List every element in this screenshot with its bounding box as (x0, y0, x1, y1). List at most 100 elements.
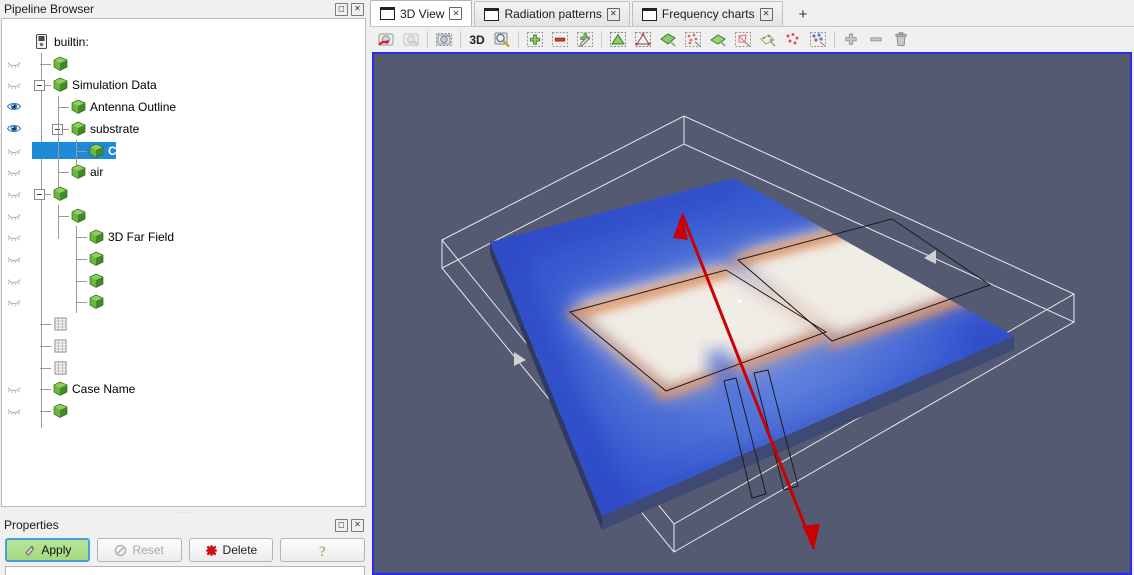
close-icon[interactable]: ✕ (351, 2, 364, 16)
spreadsheet-icon (54, 361, 69, 376)
select-surface-cells-icon[interactable] (606, 28, 630, 51)
pipeline-row[interactable]: Antenna Outline (2, 96, 365, 118)
view-window-icon (484, 7, 500, 21)
pipeline-row[interactable]: Case Name (2, 378, 365, 400)
eye-closed-icon[interactable] (6, 165, 22, 178)
search-input[interactable] (5, 566, 365, 575)
shrink-selection-icon[interactable] (864, 28, 888, 51)
eye-open-icon[interactable] (6, 100, 22, 113)
tab-3d-view[interactable]: 3D View ✕ (370, 0, 473, 26)
tree-subtrunk-line (76, 151, 77, 165)
close-icon[interactable]: ✕ (351, 518, 364, 532)
pipeline-row[interactable]: builtin: (2, 31, 365, 53)
reset-button[interactable]: Reset (96, 538, 182, 562)
reset-icon (114, 544, 127, 557)
pipeline-row[interactable] (2, 335, 365, 357)
tree-branch-line (58, 215, 69, 217)
eye-closed-icon[interactable] (6, 78, 22, 91)
tab-label: Frequency charts (661, 7, 755, 21)
pipeline-row[interactable] (2, 204, 365, 227)
antenna-field-visualization (441, 115, 1076, 553)
select-surface-points-icon[interactable] (631, 28, 655, 51)
camera-icon[interactable] (432, 28, 456, 51)
select-frustum-points-icon[interactable] (681, 28, 705, 51)
pipeline-item-label: builtin: (54, 35, 89, 49)
eye-closed-icon[interactable] (6, 57, 22, 70)
grow-selection-icon[interactable] (839, 28, 863, 51)
pipeline-row[interactable]: 3D Far Field (2, 226, 365, 248)
tree-branch-line (40, 63, 51, 65)
pipeline-row[interactable]: air (2, 161, 365, 183)
remove-point-icon[interactable] (548, 28, 572, 51)
float-icon[interactable]: ◻ (335, 2, 348, 16)
close-icon[interactable]: ✕ (759, 7, 773, 21)
close-icon[interactable]: ✕ (449, 7, 463, 20)
pipeline-browser-title-bar: Pipeline Browser ◻ ✕ (0, 0, 370, 18)
pipeline-row[interactable] (2, 183, 365, 205)
3d-toggle-button[interactable]: 3D (465, 28, 489, 51)
tree-branch-line (76, 259, 87, 260)
tab-radiation-patterns[interactable]: Radiation patterns ✕ (474, 1, 630, 26)
select-blocks-icon[interactable] (706, 28, 730, 51)
pipeline-row[interactable] (2, 291, 365, 313)
eye-closed-icon[interactable] (6, 382, 22, 395)
edit-point-icon[interactable] (573, 28, 597, 51)
3d-scene[interactable] (374, 54, 1130, 573)
tab-frequency-charts[interactable]: Frequency charts ✕ (631, 1, 783, 26)
cube-icon (70, 207, 87, 224)
select-frustum-cells-icon[interactable] (656, 28, 680, 51)
eye-closed-icon[interactable] (6, 187, 22, 200)
float-icon[interactable]: ◻ (335, 518, 348, 532)
tree-branch-line (40, 324, 51, 326)
close-icon[interactable]: ✕ (606, 7, 620, 21)
eye-closed-icon[interactable] (6, 274, 22, 287)
hover-cells-icon[interactable] (781, 28, 805, 51)
pipeline-row[interactable] (2, 269, 365, 292)
pipeline-item-label: air (90, 165, 104, 180)
help-button[interactable]: ? (280, 538, 365, 562)
eye-closed-icon[interactable] (6, 144, 22, 157)
interactive-select-points-icon[interactable] (756, 28, 780, 51)
clear-selection-icon[interactable] (889, 28, 913, 51)
eye-closed-icon[interactable] (6, 209, 22, 222)
eye-closed-icon[interactable] (6, 404, 22, 417)
cube-icon (52, 76, 69, 93)
pipeline-row[interactable] (2, 357, 365, 379)
tree-branch-line (58, 172, 69, 174)
redo-camera-icon[interactable] (399, 28, 423, 51)
hover-points-icon[interactable] (806, 28, 830, 51)
eye-closed-icon[interactable] (6, 252, 22, 265)
cube-icon (88, 142, 105, 159)
tab-label: Radiation patterns (504, 7, 602, 21)
eye-closed-icon[interactable] (6, 295, 22, 308)
pipeline-tree[interactable]: builtin: Simulation Data Antenna Outline su… (2, 19, 365, 506)
eye-closed-icon[interactable] (6, 230, 22, 243)
pipeline-row[interactable]: Clip1 (2, 139, 365, 162)
interactive-select-cells-icon[interactable] (731, 28, 755, 51)
undo-camera-icon[interactable] (374, 28, 398, 51)
pipeline-row[interactable] (2, 248, 365, 270)
tree-expander[interactable] (34, 80, 45, 92)
zoom-to-box-icon[interactable] (490, 28, 514, 51)
panel-splitter-handle[interactable]: ...... (0, 507, 370, 516)
cube-icon (52, 55, 69, 72)
pipeline-row[interactable] (2, 400, 365, 422)
cube-icon (70, 163, 87, 180)
tree-expander[interactable] (34, 188, 45, 200)
cube-icon (88, 250, 105, 267)
apply-button-label: Apply (41, 543, 72, 557)
pipeline-row[interactable]: Simulation Data (2, 74, 365, 96)
pipeline-browser-scroll-area[interactable]: builtin: Simulation Data Antenna Outline su… (1, 18, 366, 507)
pipeline-row[interactable] (2, 53, 365, 75)
apply-button[interactable]: Apply (5, 538, 90, 562)
add-point-icon[interactable] (523, 28, 547, 51)
add-view-tab-button[interactable]: + (785, 2, 822, 26)
delete-icon (205, 544, 218, 557)
eye-open-icon[interactable] (6, 122, 22, 135)
tree-branch-line (58, 96, 59, 108)
render-view[interactable] (372, 52, 1132, 575)
pipeline-row[interactable]: substrate (2, 117, 365, 140)
pipeline-dock-buttons: ◻ ✕ (335, 2, 366, 16)
pipeline-row[interactable] (2, 313, 365, 335)
delete-button[interactable]: Delete (188, 538, 274, 562)
